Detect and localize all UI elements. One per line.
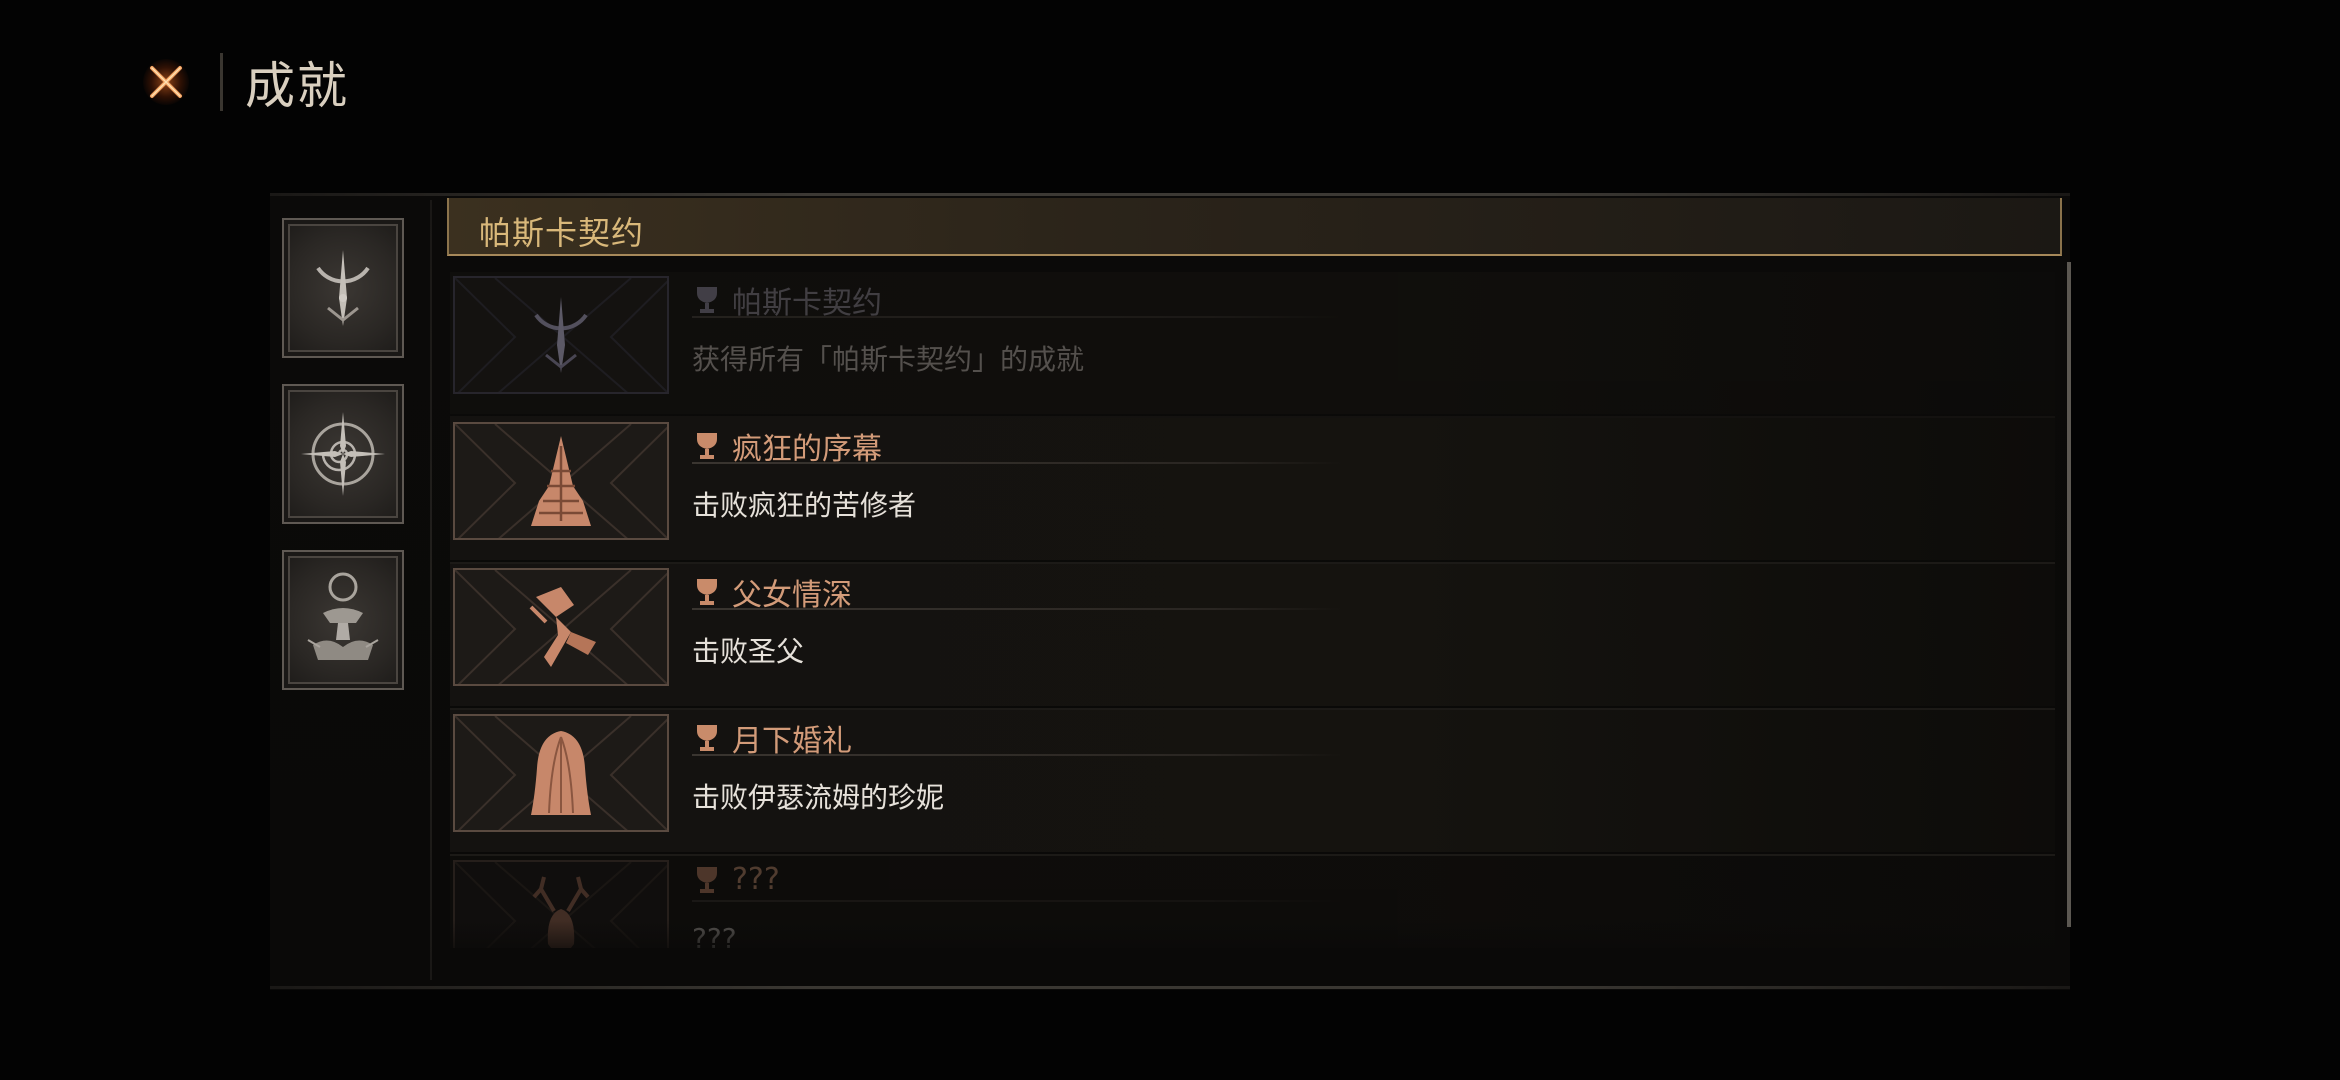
- achievement-description: 击败圣父: [692, 635, 805, 668]
- broken-hammer-icon: [529, 587, 596, 667]
- pascal-covenant-crest-icon: [534, 297, 588, 373]
- pascal-covenant-crest-icon: [316, 250, 370, 326]
- ritual-altar-icon: [307, 572, 379, 660]
- achievement-icon-frame: [453, 714, 669, 832]
- category-divider: [430, 200, 432, 980]
- achievement-row[interactable]: 月下婚礼 击败伊瑟流姆的珍妮: [450, 710, 2055, 856]
- scrollbar-thumb[interactable]: [2067, 262, 2071, 927]
- trophy-icon: [697, 433, 717, 459]
- trophy-icon: [697, 866, 717, 893]
- close-x-icon: [150, 66, 182, 98]
- achievement-description: 击败伊瑟流姆的珍妮: [692, 781, 945, 814]
- achievements-screen: 成就 帕斯卡契约 帕斯卡契约 获得所有「帕斯卡契约」的成就 疯狂的序幕 击败疯狂…: [0, 0, 2340, 1080]
- title-underline: [692, 754, 1342, 756]
- list-fade-overlay: [450, 920, 2055, 960]
- panel-top-border: [270, 193, 2070, 196]
- achievement-row[interactable]: 疯狂的序幕 击败疯狂的苦修者: [450, 418, 2055, 564]
- category-column: [282, 218, 404, 716]
- section-header: 帕斯卡契约: [447, 198, 2062, 256]
- achievement-description: 获得所有「帕斯卡契约」的成就: [692, 343, 1085, 376]
- title-underline: [692, 462, 1342, 464]
- compass-spiral-icon: [301, 412, 385, 496]
- achievement-icon-frame: [453, 422, 669, 540]
- title-underline: [692, 608, 1342, 610]
- row-background: [450, 418, 2055, 560]
- achievement-row[interactable]: 帕斯卡契约 获得所有「帕斯卡契约」的成就: [450, 272, 2055, 418]
- title-underline: [692, 316, 1342, 318]
- trophy-icon: [697, 287, 717, 313]
- achievement-icon-frame: [453, 276, 669, 394]
- achievement-description: 击败疯狂的苦修者: [692, 489, 917, 522]
- header-divider: [220, 53, 223, 111]
- category-compass[interactable]: [282, 384, 404, 524]
- achievement-title-text: ???: [732, 862, 780, 897]
- title-underline: [692, 900, 1342, 902]
- category-ritual[interactable]: [282, 550, 404, 690]
- close-button[interactable]: [136, 52, 196, 112]
- achievement-title: ???: [694, 862, 780, 897]
- trophy-icon: [697, 579, 717, 605]
- trophy-icon: [697, 725, 717, 751]
- row-background: [450, 710, 2055, 852]
- spiked-tower-icon: [531, 436, 591, 526]
- row-background: [450, 272, 2055, 414]
- header: 成就: [136, 42, 349, 122]
- row-background: [450, 564, 2055, 706]
- achievement-row[interactable]: 父女情深 击败圣父: [450, 564, 2055, 710]
- category-pascal-covenant[interactable]: [282, 218, 404, 358]
- veiled-bride-icon: [531, 731, 591, 815]
- achievement-list[interactable]: 帕斯卡契约 获得所有「帕斯卡契约」的成就 疯狂的序幕 击败疯狂的苦修者 父女情深…: [450, 272, 2055, 948]
- page-title: 成就: [245, 57, 349, 115]
- achievement-icon-frame: [453, 568, 669, 686]
- panel-bottom-border: [270, 986, 2070, 989]
- section-title: 帕斯卡契约: [479, 214, 645, 252]
